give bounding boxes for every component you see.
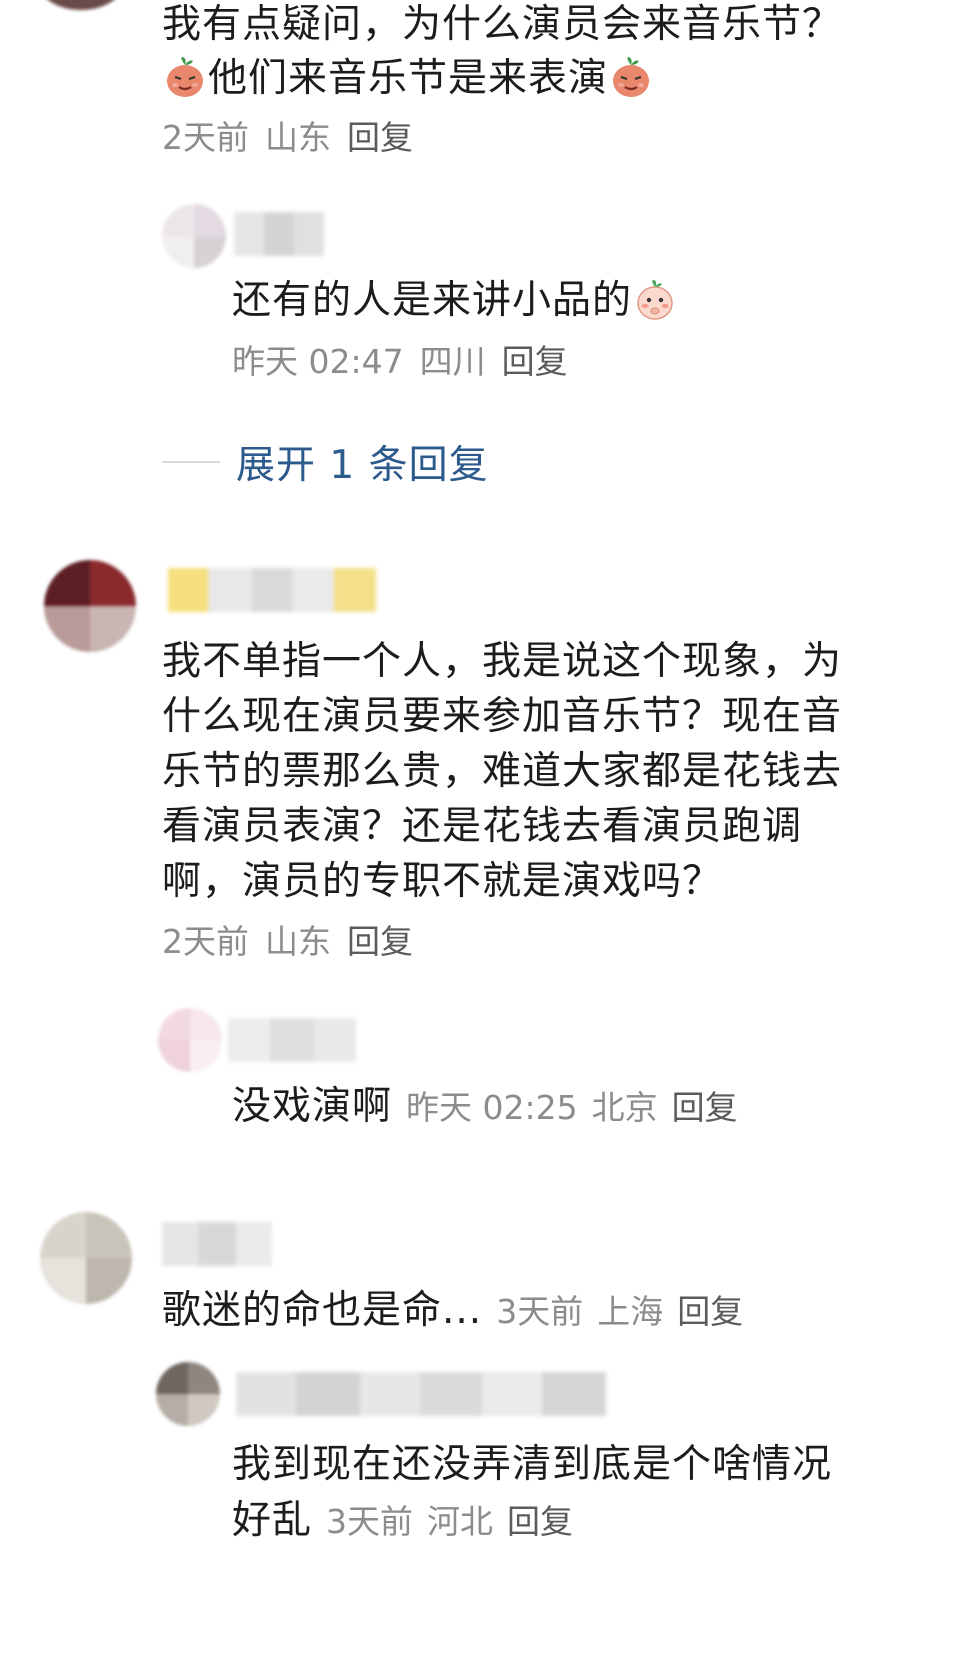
timestamp: 3天前 <box>496 1292 584 1331</box>
comment-2-meta: 2天前 山东 回复 <box>162 922 429 962</box>
username-blurred[interactable] <box>168 568 376 612</box>
username-blurred[interactable] <box>236 1372 606 1416</box>
smirk-peach-emoji <box>609 55 653 99</box>
timestamp: 昨天 02:47 <box>232 342 404 381</box>
location: 上海 <box>597 1292 664 1331</box>
avatar-comment-3[interactable] <box>40 1212 132 1304</box>
timestamp: 3天前 <box>326 1502 414 1541</box>
reply-1-1-meta: 昨天 02:47 四川 回复 <box>232 342 584 382</box>
timestamp: 昨天 02:25 <box>406 1088 578 1127</box>
reply-2-1-text: 没戏演啊 昨天 02:25 北京 回复 <box>232 1084 738 1129</box>
avatar-comment-2[interactable] <box>44 560 136 652</box>
avatar-reply-3-1[interactable] <box>156 1362 220 1426</box>
expand-replies-row[interactable]: 展开 1 条回复 <box>162 434 489 490</box>
username-blurred[interactable] <box>162 1222 272 1266</box>
comment-1-text: 我有点疑问，为什么演员会来音乐节？ <box>162 2 843 47</box>
comment-2-text: 我不单指一个人，我是说这个现象，为 什么现在演员要来参加音乐节？现在音 乐节的票… <box>162 639 843 904</box>
reply-button[interactable]: 回复 <box>502 342 568 381</box>
avatar-reply-2-1[interactable] <box>158 1008 222 1072</box>
reply-3-1-text-line2: 好乱 3天前 河北 回复 <box>232 1498 574 1543</box>
username-blurred[interactable] <box>234 212 324 256</box>
location: 河北 <box>427 1502 494 1541</box>
comment-3-meta: 3天前 上海 回复 <box>482 1292 743 1331</box>
smirk-peach-emoji <box>163 55 207 99</box>
reply-button[interactable]: 回复 <box>507 1502 573 1541</box>
location: 四川 <box>419 342 486 381</box>
reply-1-1-text: 还有的人是来讲小品的 <box>232 272 678 329</box>
avatar-comment-1[interactable] <box>40 0 122 10</box>
location: 北京 <box>591 1088 658 1127</box>
reply-2-1-meta: 昨天 02:25 北京 回复 <box>392 1088 738 1127</box>
expand-replies-link[interactable]: 展开 1 条回复 <box>236 434 489 490</box>
timestamp: 2天前 <box>162 118 249 157</box>
timestamp: 2天前 <box>162 922 249 961</box>
reply-3-1-text: 我到现在还没弄清到底是个啥情况 <box>232 1442 833 1487</box>
reply-button[interactable]: 回复 <box>672 1088 738 1127</box>
avatar-reply-1-1[interactable] <box>162 204 226 268</box>
comment-3-text: 歌迷的命也是命... 3天前 上海 回复 <box>162 1288 744 1333</box>
shy-peach-emoji <box>633 277 677 321</box>
reply-button[interactable]: 回复 <box>677 1292 743 1331</box>
reply-button[interactable]: 回复 <box>347 118 413 157</box>
username-blurred[interactable] <box>228 1018 356 1062</box>
location: 山东 <box>265 922 331 961</box>
comment-1-meta: 2天前 山东 回复 <box>162 118 429 158</box>
location: 山东 <box>265 118 331 157</box>
reply-button[interactable]: 回复 <box>347 922 413 961</box>
reply-3-1-meta: 3天前 河北 回复 <box>312 1502 573 1541</box>
comment-1-text-line2: 他们来音乐节是来表演 <box>162 50 654 107</box>
divider-line <box>162 461 220 463</box>
